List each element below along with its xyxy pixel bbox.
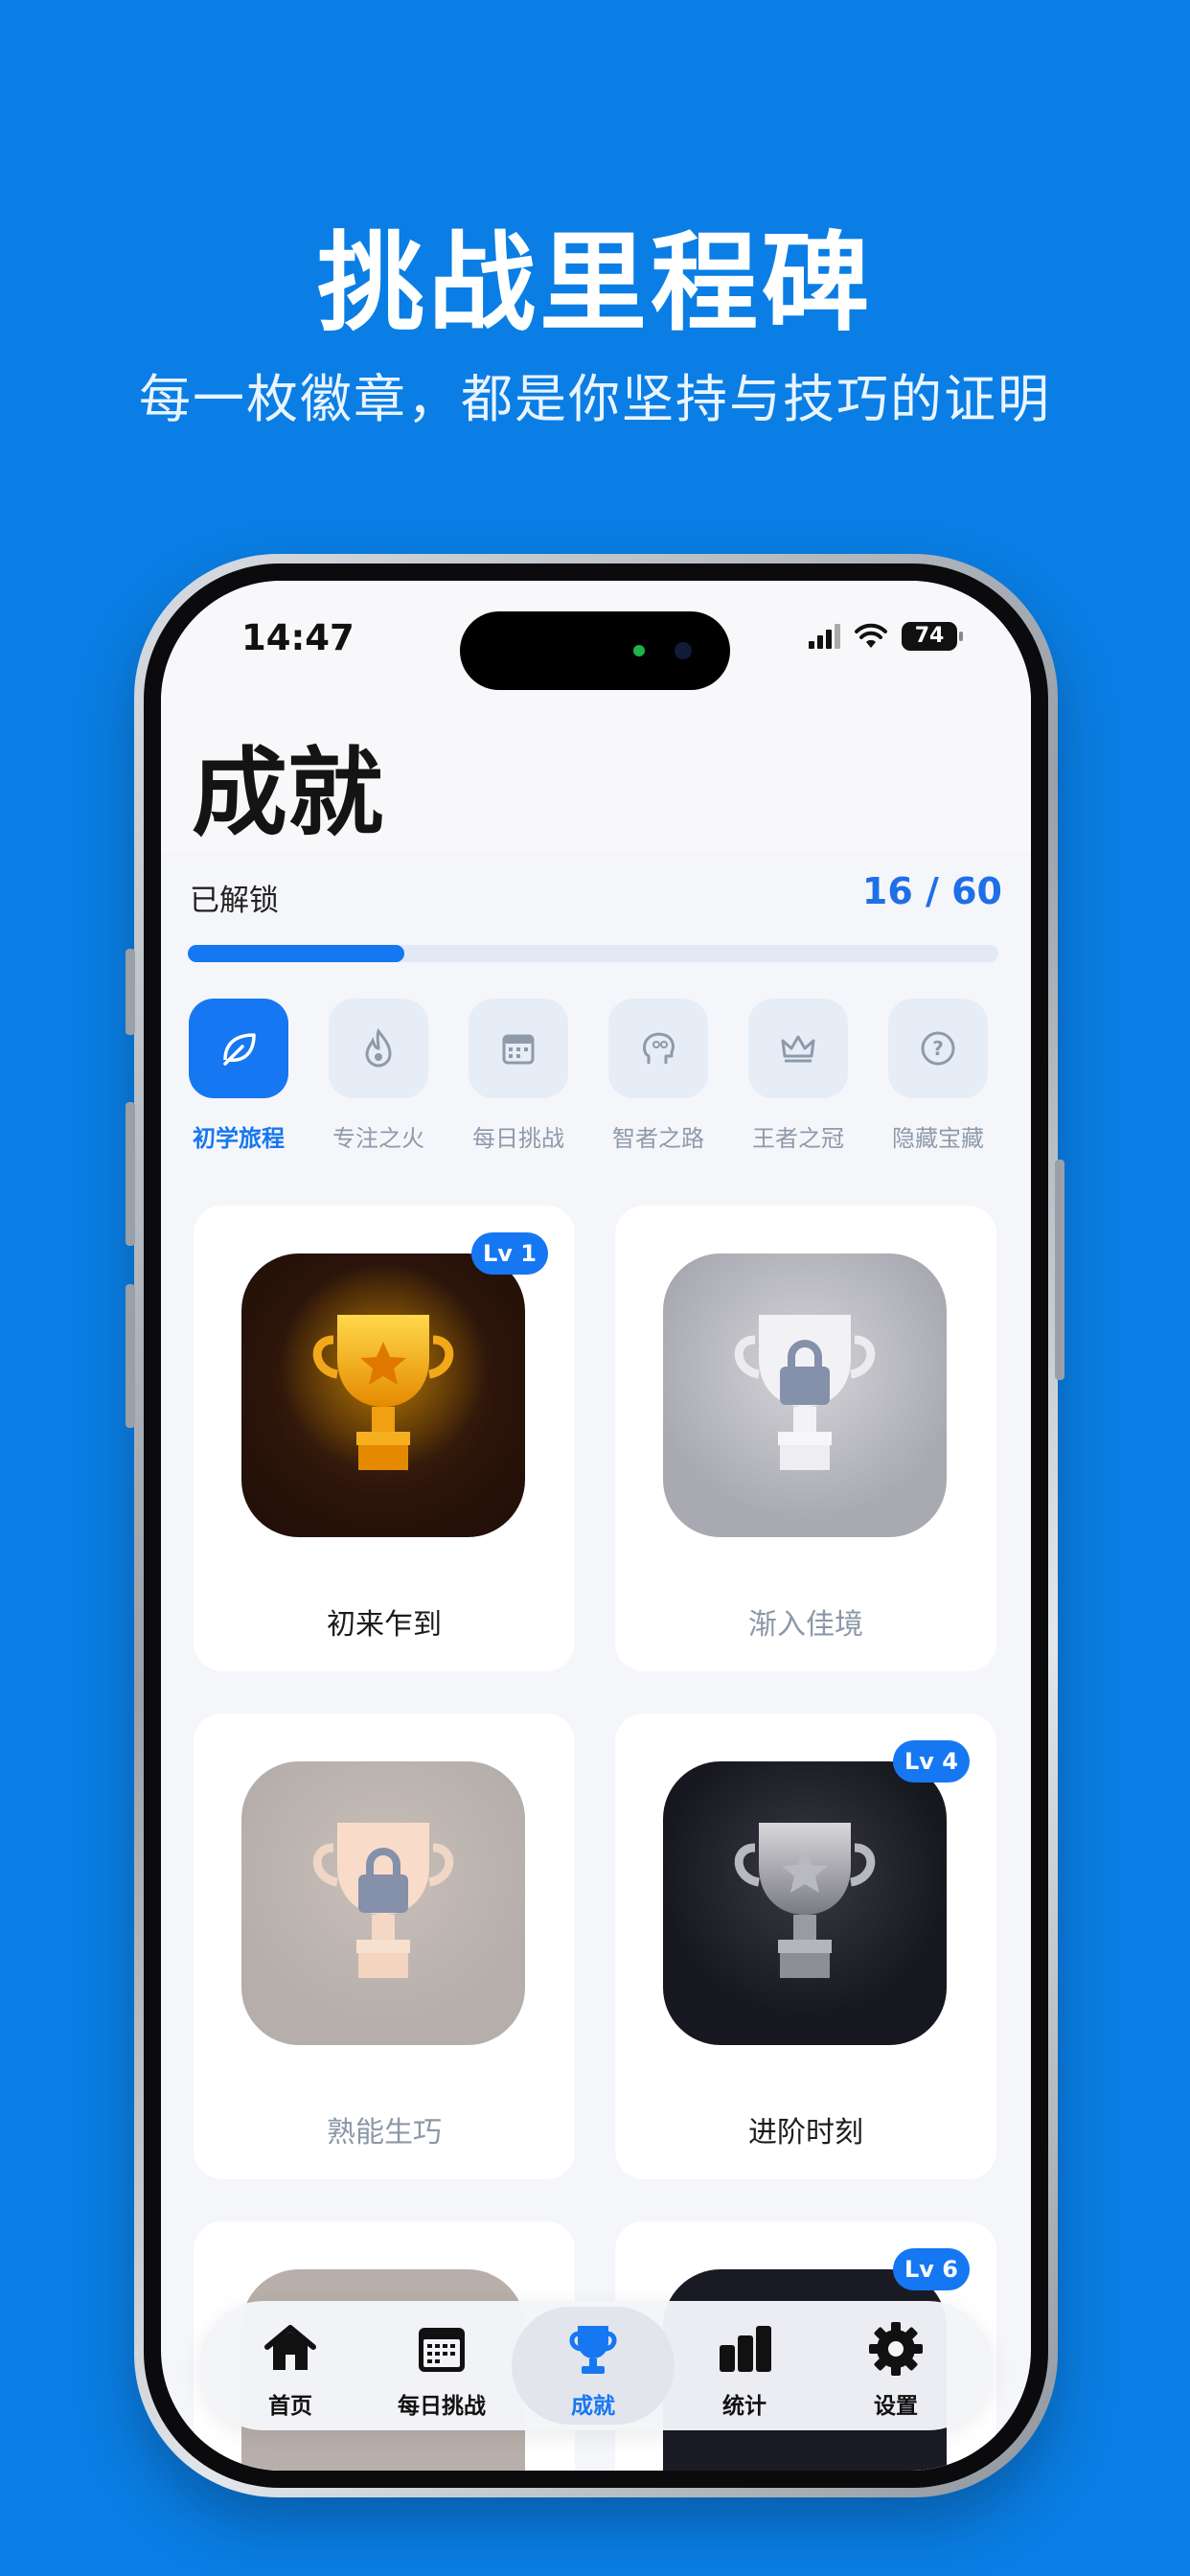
category-hidden[interactable]: ? 隐藏宝藏 bbox=[868, 999, 1008, 1153]
progress-count: 16 / 60 bbox=[861, 870, 1002, 912]
progress-label: 已解锁 bbox=[190, 884, 279, 918]
progress-bar bbox=[188, 945, 998, 962]
achievement-name: 初来乍到 bbox=[327, 1608, 442, 1642]
achievement-card[interactable]: 熟能生巧 bbox=[194, 1714, 575, 2179]
achievement-card[interactable]: Lv 1 初来乍到 bbox=[194, 1206, 575, 1671]
calendar-icon bbox=[419, 2328, 465, 2372]
category-label: 智者之路 bbox=[612, 1125, 704, 1152]
progress-bar-fill bbox=[188, 945, 404, 962]
question-icon: ? bbox=[921, 1031, 955, 1066]
category-label: 隐藏宝藏 bbox=[892, 1125, 984, 1152]
app-screen: 14:47 74 成就 已解锁 16 / 60 初学旅程 专注之火 每日挑战 智… bbox=[161, 581, 1031, 2471]
achievement-badge-image bbox=[241, 1761, 525, 2045]
tab-label: 成就 bbox=[571, 2394, 615, 2419]
achievement-card[interactable]: 渐入佳境 bbox=[615, 1206, 996, 1671]
battery-icon: 74 bbox=[902, 622, 963, 651]
tab-achievements[interactable]: 成就 bbox=[512, 2301, 675, 2430]
category-daily[interactable]: 每日挑战 bbox=[448, 999, 588, 1153]
achievement-name: 熟能生巧 bbox=[327, 2116, 442, 2150]
achievement-badge-image bbox=[663, 1761, 947, 2045]
achievement-name: 渐入佳境 bbox=[748, 1608, 863, 1642]
category-crown[interactable]: 王者之冠 bbox=[728, 999, 868, 1153]
home-icon bbox=[264, 2325, 316, 2370]
calendar-icon bbox=[502, 1034, 535, 1065]
tab-label: 设置 bbox=[874, 2394, 918, 2419]
wifi-icon bbox=[855, 623, 887, 648]
tab-settings[interactable]: 设置 bbox=[814, 2301, 977, 2430]
locked-trophy-icon bbox=[734, 1315, 876, 1470]
category-label: 王者之冠 bbox=[752, 1125, 844, 1152]
tab-label: 首页 bbox=[268, 2394, 312, 2419]
status-time: 14:47 bbox=[241, 617, 355, 658]
leaf-icon bbox=[223, 1033, 256, 1066]
category-tabs: 初学旅程 专注之火 每日挑战 智者之路 王者之冠 ? 隐藏宝藏 bbox=[161, 999, 1031, 1160]
flame-icon bbox=[365, 1027, 392, 1068]
level-badge: Lv 6 bbox=[893, 2248, 970, 2290]
tab-home[interactable]: 首页 bbox=[209, 2301, 372, 2430]
promo-subtitle: 每一枚徽章，都是你坚持与技巧的证明 bbox=[139, 369, 1051, 429]
category-label: 专注之火 bbox=[332, 1125, 424, 1152]
trophy-icon bbox=[734, 1823, 876, 1978]
tab-daily-challenge[interactable]: 每日挑战 bbox=[360, 2301, 523, 2430]
dynamic-island bbox=[460, 611, 730, 690]
bar-chart-icon bbox=[720, 2326, 771, 2372]
tab-label: 每日挑战 bbox=[398, 2394, 486, 2419]
level-badge: Lv 4 bbox=[893, 1740, 970, 1782]
volume-down-button bbox=[126, 1284, 135, 1428]
power-button bbox=[1055, 1160, 1064, 1380]
cellular-signal-icon bbox=[809, 624, 840, 649]
volume-up-button bbox=[126, 1102, 135, 1246]
achievement-badge-image bbox=[663, 1254, 947, 1537]
category-wisdom[interactable]: 智者之路 bbox=[588, 999, 728, 1153]
status-icons: 74 bbox=[809, 619, 963, 654]
svg-text:?: ? bbox=[932, 1037, 944, 1060]
promo-title: 挑战里程碑 bbox=[317, 221, 873, 346]
achievement-badge-image bbox=[241, 1254, 525, 1537]
crown-icon bbox=[781, 1035, 815, 1063]
gear-icon bbox=[869, 2322, 923, 2376]
achievement-card[interactable]: Lv 4 进阶时刻 bbox=[615, 1714, 996, 2179]
category-label: 每日挑战 bbox=[472, 1125, 564, 1152]
tab-label: 统计 bbox=[722, 2394, 767, 2419]
trophy-icon bbox=[569, 2326, 617, 2374]
category-focus[interactable]: 专注之火 bbox=[309, 999, 448, 1153]
tab-bar: 首页 每日挑战 成就 统计 设置 bbox=[199, 2301, 993, 2430]
action-button bbox=[126, 949, 135, 1035]
level-badge: Lv 1 bbox=[471, 1232, 548, 1275]
category-beginner[interactable]: 初学旅程 bbox=[169, 999, 309, 1153]
brain-icon bbox=[643, 1032, 675, 1064]
page-title: 成就 bbox=[192, 737, 383, 849]
locked-trophy-icon bbox=[312, 1823, 454, 1978]
category-label: 初学旅程 bbox=[193, 1125, 285, 1152]
tab-statistics[interactable]: 统计 bbox=[663, 2301, 826, 2430]
achievement-name: 进阶时刻 bbox=[748, 2116, 863, 2150]
trophy-icon bbox=[268, 1263, 498, 1493]
